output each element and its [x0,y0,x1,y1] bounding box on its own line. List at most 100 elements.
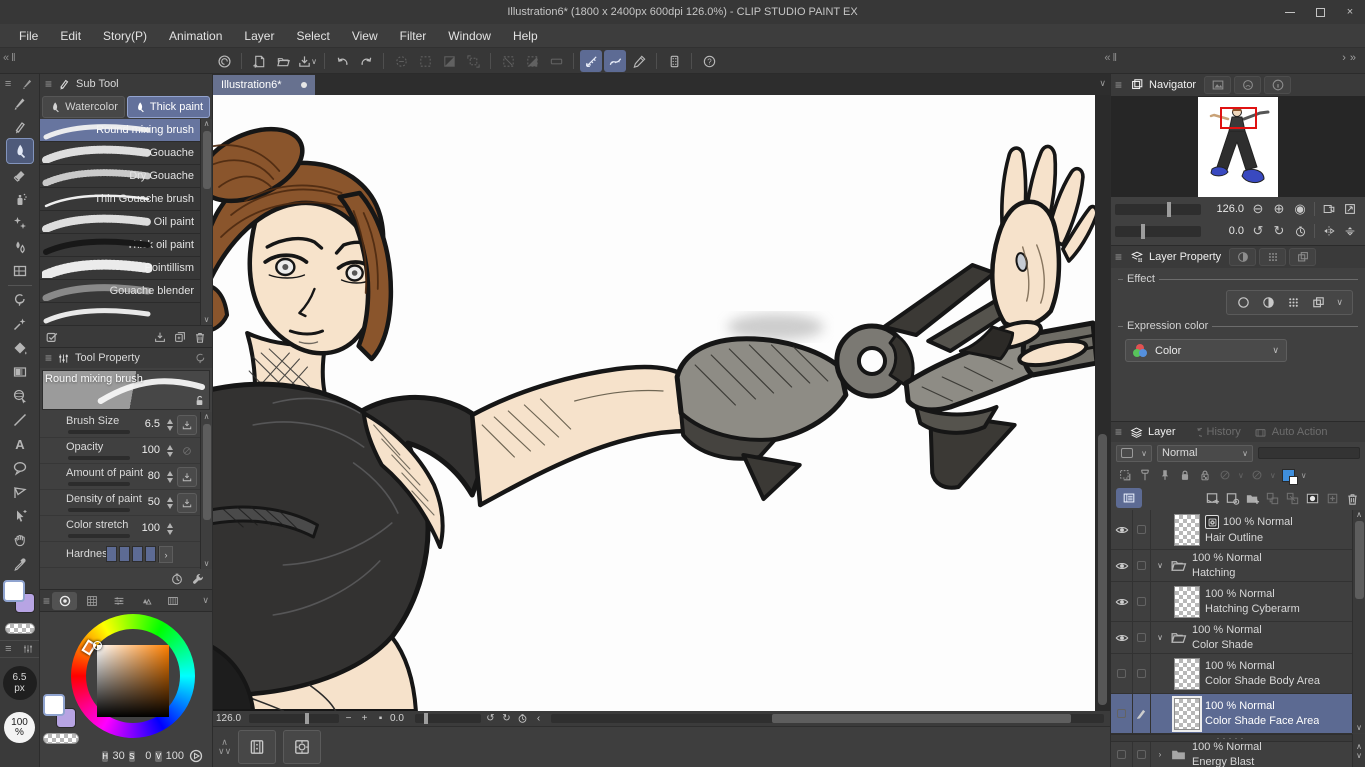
zoom-in-button[interactable]: + [358,713,371,724]
layer-name[interactable]: Hatching [1192,567,1262,579]
brush-round-mixing-brush[interactable]: Round mixing brush [40,119,200,142]
canvas-horizontal-scrollbar[interactable] [551,714,1104,723]
layer-name[interactable]: Color Shade Face Area [1205,715,1319,727]
color-menu-icon[interactable]: ≡ [43,594,50,608]
menu-layer[interactable]: Layer [233,24,285,47]
slider-thumb[interactable] [1141,224,1145,239]
opacity-indicator[interactable]: 100 % [4,712,35,743]
reset-display-button[interactable] [1341,222,1359,240]
tool-object[interactable] [7,384,33,408]
register-to-initial-icon[interactable] [177,493,197,513]
merge-with-lower-layer-button[interactable] [1285,491,1300,506]
layer-row-energy-blast[interactable]: ›100 % NormalEnergy Blast [1111,742,1352,767]
lock-layer-icon[interactable] [1178,468,1192,482]
clear-selection-button[interactable] [497,50,519,72]
property-stepper[interactable] [167,471,173,483]
collapse-zoom-controls-icon[interactable]: ‹ [532,713,545,724]
layer-reflect-icon[interactable] [1311,295,1326,310]
fit-to-screen-button[interactable] [1341,200,1359,218]
dock-expand-right-icon[interactable]: ›» [1342,52,1360,64]
property-slider[interactable] [68,430,130,434]
tool-text[interactable]: A [7,432,33,456]
clip-studio-logo-button[interactable] [213,50,235,72]
tool-brush[interactable] [7,139,33,163]
layer-checkbox[interactable] [1137,597,1146,606]
subtool-tab-thick-paint[interactable]: Thick paint [127,96,210,118]
hardness-block[interactable] [119,546,130,562]
tab-auto-action[interactable]: Auto Action [1249,423,1333,441]
document-tab[interactable]: Illustration6* [213,75,315,95]
sv-cursor[interactable] [93,641,102,650]
zoom-slider[interactable] [249,714,339,723]
import-subtool-icon[interactable] [153,330,167,344]
navigator-rotation-slider[interactable] [1115,226,1201,237]
restore-default-icon[interactable] [170,572,184,586]
scroll-thumb[interactable] [1355,521,1364,599]
tool-eraser[interactable] [7,163,33,187]
color-history-icon[interactable] [188,748,204,764]
scroll-thumb[interactable] [203,424,211,520]
tab-approx-color[interactable] [160,592,185,610]
scroll-thumb[interactable] [203,131,211,189]
brush-dry-gouache[interactable]: Dry Gouache [40,165,200,188]
folder-chevron-icon[interactable]: ∨ [1155,633,1165,642]
tab-layer-property[interactable]: Layer Property [1125,248,1226,266]
scroll-down-icon[interactable]: ∨ [204,315,210,325]
menu-story-p[interactable]: Story(P) [92,24,158,47]
slider-thumb[interactable] [424,713,428,724]
new-file-button[interactable] [248,50,270,72]
layer-thumbnail[interactable] [1174,698,1200,730]
menu-edit[interactable]: Edit [49,24,92,47]
eye-icon[interactable] [1115,523,1129,537]
delete-layer-button[interactable] [1345,491,1360,506]
close-button[interactable]: × [1335,0,1365,24]
eye-icon[interactable] [1115,559,1129,573]
property-value[interactable]: 50 [148,496,160,508]
tool-eyedropper[interactable] [7,552,33,576]
tool-pen[interactable] [7,91,33,115]
brush-thick-oil-paint[interactable]: Thick oil paint [40,234,200,257]
tone-effect-icon[interactable] [1261,295,1276,310]
property-slider[interactable] [68,508,130,512]
subtool-scrollbar[interactable]: ∧ ∨ [200,119,212,325]
tool-property-scrollbar[interactable]: ∧ ∨ [200,412,212,569]
scroll-down-icon[interactable]: ∨ [1356,723,1362,733]
layer-checkbox[interactable] [1137,561,1146,570]
tab-color-set[interactable] [79,592,104,610]
snap-to-special-ruler-button[interactable] [604,50,626,72]
tool-airbrush[interactable] [7,187,33,211]
hidden-eye-checkbox[interactable] [1117,669,1126,678]
layer-name[interactable]: Hair Outline [1205,532,1293,544]
brush-detail-tab-icon[interactable] [194,352,207,365]
layer-row-color-shade-face-area[interactable]: 100 % NormalColor Shade Face Area [1111,694,1352,734]
layer-row-color-shade-body-area[interactable]: 100 % NormalColor Shade Body Area [1111,654,1352,694]
scroll-up-icon[interactable]: ∧ [204,119,210,129]
navigator-zoom-slider[interactable] [1115,204,1201,215]
minimize-button[interactable] [1275,0,1305,24]
sliders-icon[interactable] [22,643,34,655]
zoom-out-button[interactable]: − [342,713,355,724]
menu-select[interactable]: Select [285,24,340,47]
property-value[interactable]: 100 [142,444,160,456]
layer-thumbnail[interactable] [1174,658,1200,690]
layer-row-hatching[interactable]: ∨100 % NormalHatching [1111,550,1352,582]
enable-mask-icon[interactable] [1218,468,1232,482]
folder-chevron-icon[interactable]: ∨ [1155,561,1165,570]
slider-thumb[interactable] [1167,202,1171,217]
tool-select-arrow[interactable] [7,504,33,528]
rotate-right-button[interactable]: ↻ [500,713,513,724]
selection-launcher-button[interactable] [545,50,567,72]
layer-property-menu-icon[interactable]: ≡ [1115,250,1122,264]
subtool-detail-icon[interactable] [191,572,205,586]
layer-name[interactable]: Color Shade [1192,639,1262,651]
hardness-more-button[interactable]: › [159,546,173,563]
layer-menu-icon[interactable]: ≡ [1115,425,1122,439]
tab-animation[interactable] [1229,248,1256,266]
layer-row-hair-outline[interactable]: 100 % NormalHair Outline [1111,510,1352,550]
redo-button[interactable] [355,50,377,72]
flip-horizontal-button[interactable] [1320,222,1338,240]
brush-gouache[interactable]: Gouache [40,142,200,165]
brush-preview[interactable]: Round mixing brush [42,370,210,410]
hardness-block[interactable] [132,546,143,562]
tab-color-slider[interactable] [106,592,131,610]
